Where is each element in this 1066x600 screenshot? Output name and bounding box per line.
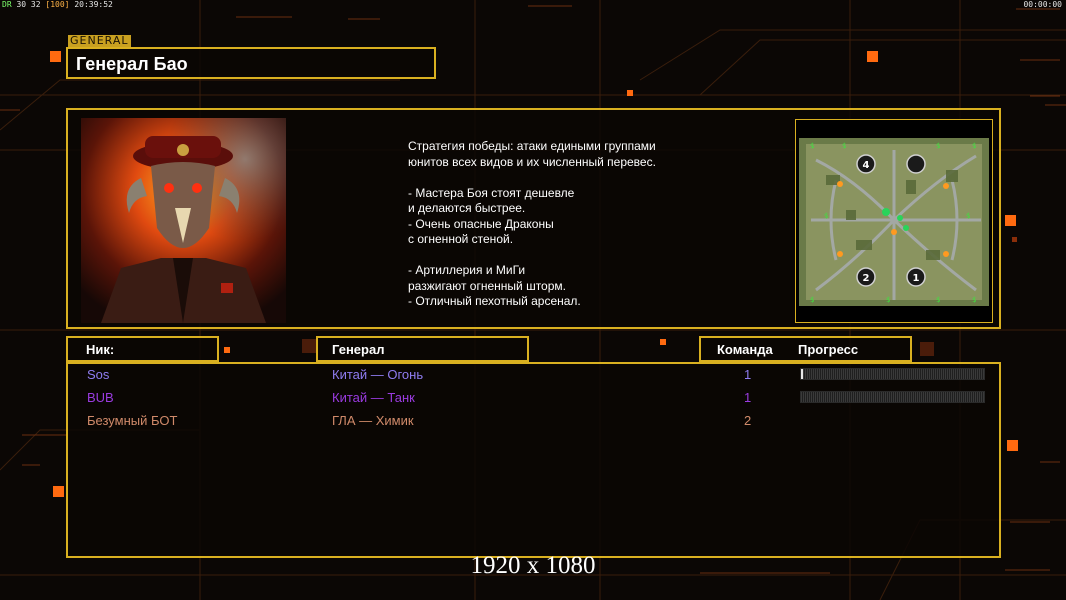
svg-text:$: $ [936,296,940,304]
progress-header-label: Прогресс [798,342,859,357]
players-list: Sos Китай — Огонь 1 BUB Китай — Танк 1 Б… [66,362,1001,558]
player-nick: BUB [87,390,114,405]
decor-square [1007,440,1018,451]
player-general: ГЛА — Химик [332,413,414,428]
player-progress-bar [800,368,985,380]
empty-start-marker [906,154,926,174]
player-team: 1 [744,367,752,382]
player-start-marker-1: 1 [906,267,926,287]
decor-square [53,486,64,497]
elapsed-timer: 00:00:00 [1023,0,1062,9]
general-title: Генерал Бао [76,54,188,74]
fps-counter: DR 30 32 [100] 20:39:52 [2,0,113,9]
decor-square [1012,237,1017,242]
general-title-box: Генерал Бао [66,47,436,79]
svg-text:$: $ [936,142,940,150]
decor-square [302,339,316,353]
svg-text:$: $ [966,212,970,220]
player-general: Китай — Танк [332,390,415,405]
svg-text:$: $ [972,296,976,304]
decor-square [224,347,230,353]
decor-square [920,342,934,356]
player-start-marker-2: 2 [856,267,876,287]
map-preview: $ $ $ $ $ $ $ $ $ $ 4 2 1 [795,119,993,323]
svg-text:$: $ [810,142,814,150]
player-progress-bar [800,391,985,403]
general-header-label: Генерал [332,342,385,357]
general-tag: GENERAL [68,34,131,47]
player-general: Китай — Огонь [332,367,424,382]
svg-text:$: $ [824,212,828,220]
svg-text:$: $ [810,296,814,304]
general-info-panel: Стратегия победы: атаки едиными группами… [66,108,1001,329]
player-row: Sos Китай — Огонь 1 [68,364,1003,386]
decor-square [1005,215,1016,226]
column-header-nick: Ник: [66,336,219,362]
decor-square [50,51,61,62]
player-nick: Sos [87,367,110,382]
player-start-marker-4: 4 [856,154,876,174]
svg-text:4: 4 [863,160,870,171]
resolution-watermark: 1920 x 1080 [470,552,596,579]
player-team: 2 [744,413,752,428]
column-header-team-progress: Команда Прогресс [699,336,912,362]
decor-square [627,90,633,96]
svg-text:$: $ [972,142,976,150]
team-header-label: Команда [717,342,773,357]
player-row: BUB Китай — Танк 1 [68,387,1003,409]
column-header-general: Генерал [316,336,529,362]
player-team: 1 [744,390,752,405]
svg-text:$: $ [886,296,890,304]
svg-text:$: $ [842,142,846,150]
decor-square [660,339,666,345]
decor-square [867,51,878,62]
nick-header-label: Ник: [86,342,115,357]
general-portrait [81,118,286,323]
player-row: Безумный БОТ ГЛА — Химик 2 [68,410,1003,432]
player-nick: Безумный БОТ [87,413,178,428]
progress-fill [801,369,803,379]
svg-text:1: 1 [913,273,920,284]
strategy-description: Стратегия победы: атаки едиными группами… [408,139,656,308]
svg-text:2: 2 [863,273,870,284]
